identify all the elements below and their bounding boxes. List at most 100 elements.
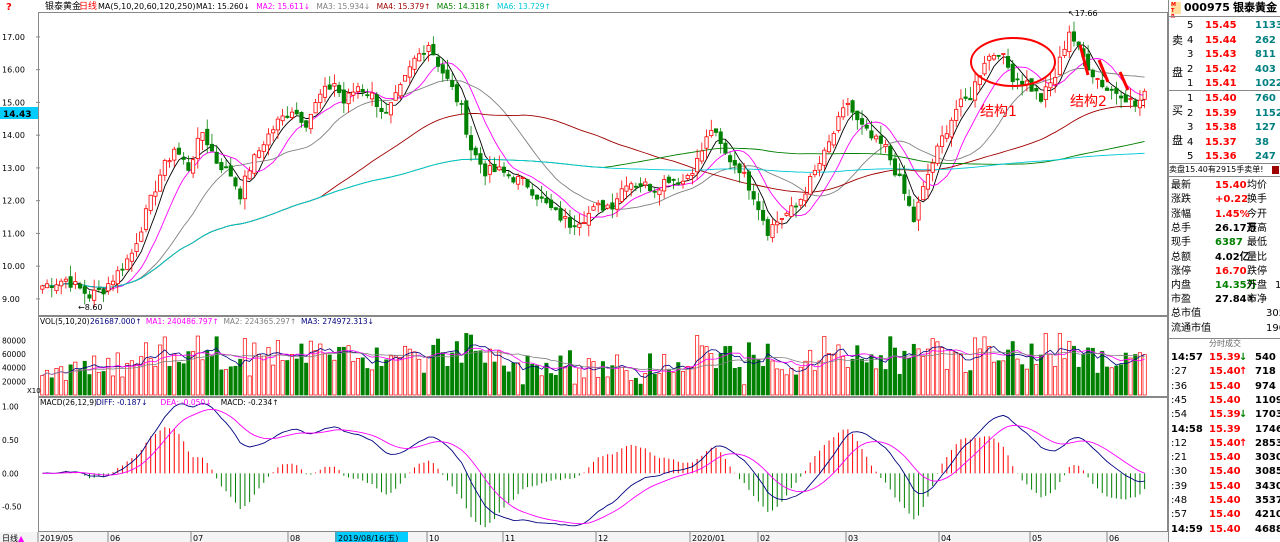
volume-title: VOL(5,10,20) bbox=[40, 317, 90, 326]
volume-bar bbox=[1062, 358, 1067, 396]
candle-body bbox=[436, 56, 441, 67]
volume-bar bbox=[991, 361, 996, 396]
volume-bar bbox=[869, 354, 874, 396]
volume-bar bbox=[845, 367, 850, 396]
candle-body bbox=[261, 144, 266, 152]
volume-tick-label: 40000 bbox=[2, 364, 26, 373]
volume-bar bbox=[464, 333, 469, 396]
volume-bar bbox=[322, 353, 327, 396]
candle-body bbox=[54, 284, 59, 292]
volume-bar bbox=[784, 374, 789, 396]
volume-bar bbox=[789, 367, 794, 396]
candle-body bbox=[563, 216, 568, 219]
volume-bar bbox=[1119, 364, 1124, 396]
volume-bar bbox=[478, 350, 483, 396]
period-button[interactable]: 日线▲ bbox=[2, 533, 25, 542]
volume-bar bbox=[40, 375, 45, 396]
candle-body bbox=[1133, 100, 1138, 107]
expand-icon[interactable] bbox=[1272, 166, 1279, 174]
candle-body bbox=[351, 91, 356, 96]
legend-entry: DIFF: -0.187↓ bbox=[96, 398, 147, 407]
volume-bar bbox=[497, 350, 502, 396]
candle-body bbox=[167, 160, 172, 163]
volume-bar bbox=[487, 348, 492, 396]
candle-body bbox=[883, 144, 888, 148]
volume-bar bbox=[1015, 358, 1020, 396]
candle-body bbox=[219, 162, 224, 171]
x-axis-label: 06 bbox=[110, 534, 120, 542]
volume-bar bbox=[516, 362, 521, 396]
candle-body bbox=[483, 163, 488, 177]
volume-bar bbox=[96, 371, 101, 396]
volume-bar bbox=[1104, 366, 1109, 396]
candle-body bbox=[228, 165, 233, 177]
volume-bar bbox=[407, 348, 412, 396]
candle-body bbox=[129, 252, 134, 262]
x-axis-label: 12 bbox=[598, 534, 608, 542]
candle-body bbox=[426, 45, 431, 52]
candle-body bbox=[440, 64, 445, 74]
volume-bar bbox=[1071, 345, 1076, 396]
candle-body bbox=[826, 141, 832, 153]
x-axis-label: 10 bbox=[429, 534, 439, 542]
stock-header: M TR 000975 银泰黄金 bbox=[1169, 0, 1280, 20]
volume-bar bbox=[657, 373, 662, 396]
candle-body bbox=[139, 231, 144, 242]
volume-bar bbox=[388, 355, 393, 396]
candle-body bbox=[638, 183, 643, 188]
candle-body bbox=[666, 176, 671, 183]
volume-bar bbox=[775, 368, 780, 396]
candle-body bbox=[925, 174, 931, 190]
candle-body bbox=[907, 196, 912, 206]
volume-bar bbox=[718, 353, 723, 396]
candle-body bbox=[629, 183, 634, 190]
legend-entry: MA5: 14.318↑ bbox=[437, 2, 491, 11]
candle-body bbox=[973, 81, 978, 101]
volume-bar bbox=[1090, 347, 1095, 396]
candle-body bbox=[487, 165, 492, 175]
volume-bar bbox=[275, 340, 280, 396]
candle-body bbox=[388, 102, 393, 116]
volume-bar bbox=[732, 368, 737, 396]
candle-body bbox=[181, 157, 186, 160]
volume-bar bbox=[252, 342, 257, 396]
volume-bar bbox=[341, 346, 346, 396]
candle-body bbox=[134, 243, 139, 252]
market-cap-row: 总市值 305 bbox=[1171, 308, 1280, 319]
candle-body bbox=[256, 150, 262, 158]
volume-bar bbox=[45, 369, 50, 396]
volume-bar bbox=[1076, 366, 1081, 396]
price-tick-label: 13.00 bbox=[2, 164, 25, 173]
volume-bar bbox=[841, 356, 846, 396]
volume-bar bbox=[92, 355, 97, 396]
volume-bar bbox=[1067, 340, 1072, 396]
volume-bar bbox=[958, 354, 963, 396]
volume-bar bbox=[1029, 343, 1034, 396]
candle-body bbox=[45, 283, 50, 289]
candle-body bbox=[313, 102, 318, 114]
candle-body bbox=[765, 219, 770, 236]
mtr-badge[interactable]: M TR bbox=[1171, 2, 1181, 20]
volume-bar bbox=[892, 347, 897, 396]
volume-bar bbox=[652, 373, 657, 396]
volume-bar bbox=[63, 380, 68, 396]
tick-row: 14:5915.404688 bbox=[1171, 523, 1280, 535]
chart-canvas[interactable]: 17.00 16.00 15.00 14.00 13.00 12.00 11.00 10.00… bbox=[0, 0, 1168, 542]
volume-bar bbox=[940, 347, 945, 396]
candle-body bbox=[958, 98, 963, 107]
volume-bar bbox=[59, 366, 64, 396]
volume-bar bbox=[709, 353, 714, 396]
volume-bar bbox=[525, 355, 530, 396]
volume-bar bbox=[1024, 368, 1029, 396]
stock-label: 银泰黄金 bbox=[45, 0, 81, 12]
volume-bar bbox=[1006, 349, 1011, 396]
volume-bar bbox=[855, 345, 860, 396]
candle-body bbox=[892, 158, 898, 176]
volume-bar bbox=[666, 369, 671, 396]
ticks-title[interactable]: 分时成交 bbox=[1169, 338, 1280, 350]
candle-body bbox=[567, 217, 572, 228]
candle-body bbox=[1090, 69, 1095, 78]
price-tick-label: 10.00 bbox=[2, 262, 25, 271]
candle-body bbox=[770, 224, 775, 239]
volume-bar bbox=[567, 350, 572, 396]
